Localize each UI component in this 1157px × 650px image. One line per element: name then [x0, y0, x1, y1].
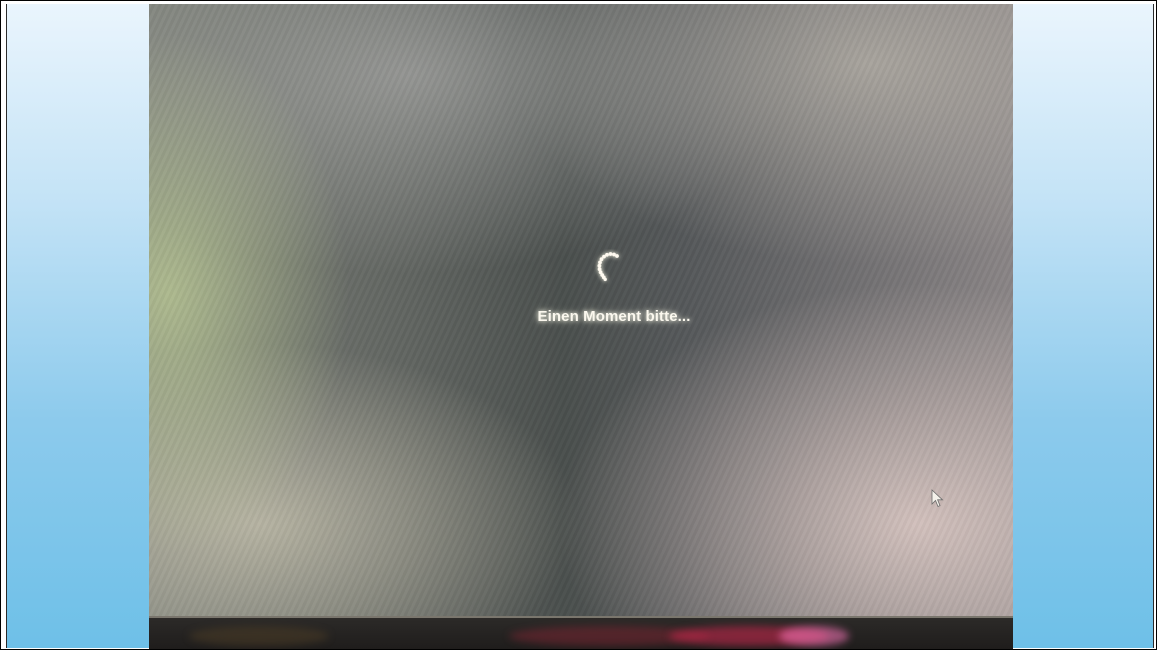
left-side-panel: [6, 4, 150, 648]
loading-message: Einen Moment bitte...: [537, 308, 691, 325]
screen-moire-texture: [149, 4, 1013, 649]
slide-frame: Einen Moment bitte...: [0, 0, 1157, 650]
right-side-panel: [1013, 4, 1154, 648]
monitor-bezel: [149, 616, 1013, 649]
mouse-pointer-icon: [931, 489, 944, 508]
bezel-reflection: [779, 626, 849, 646]
bezel-reflection: [189, 626, 329, 646]
loading-spinner-icon: [597, 252, 619, 282]
screen-photo: Einen Moment bitte...: [149, 4, 1013, 649]
